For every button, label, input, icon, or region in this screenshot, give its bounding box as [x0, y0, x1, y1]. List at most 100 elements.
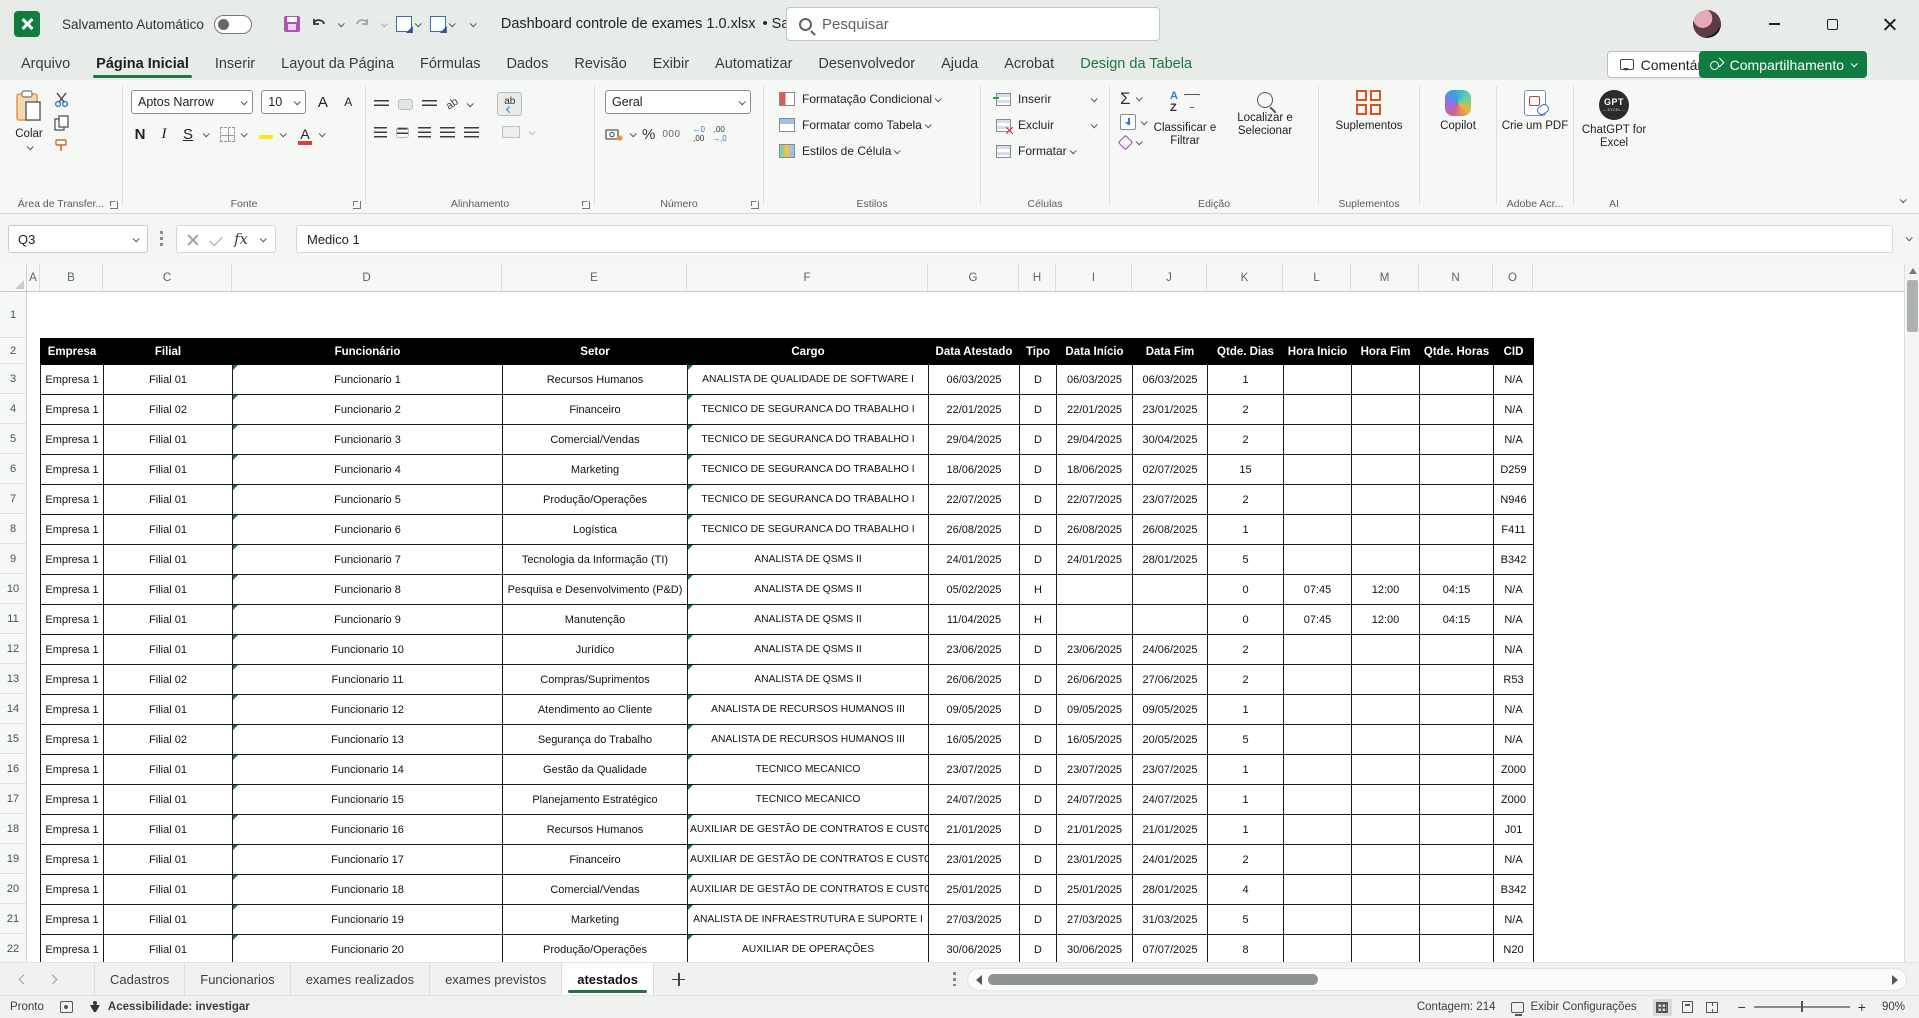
- table-cell[interactable]: [1284, 365, 1352, 395]
- table-cell[interactable]: [1057, 575, 1133, 605]
- table-cell[interactable]: Empresa 1: [41, 845, 104, 875]
- column-title-funcion-rio[interactable]: Funcionário: [233, 339, 503, 365]
- align-top-icon[interactable]: [374, 100, 389, 108]
- table-cell[interactable]: Atendimento ao Cliente: [503, 695, 688, 725]
- scroll-left-icon[interactable]: [976, 975, 982, 985]
- clipboard-launcher-icon[interactable]: [110, 201, 118, 209]
- table-cell[interactable]: TECNICO MECANICO: [688, 785, 929, 815]
- table-cell[interactable]: [1420, 725, 1494, 755]
- table-cell[interactable]: 25/01/2025: [1057, 875, 1133, 905]
- ribbon-tab-exibir[interactable]: Exibir: [640, 50, 702, 80]
- table-cell[interactable]: [1352, 365, 1420, 395]
- bold-button[interactable]: N: [131, 126, 149, 143]
- table-cell[interactable]: Funcionario 1: [233, 365, 503, 395]
- table-cell[interactable]: 8: [1208, 935, 1284, 963]
- table-cell[interactable]: 1: [1208, 695, 1284, 725]
- table-cell[interactable]: D: [1020, 755, 1057, 785]
- table-cell[interactable]: 28/01/2025: [1133, 545, 1208, 575]
- table-cell[interactable]: 09/05/2025: [929, 695, 1020, 725]
- table-cell[interactable]: [1284, 725, 1352, 755]
- table-cell[interactable]: 24/07/2025: [929, 785, 1020, 815]
- addins-button[interactable]: Suplementos: [1319, 80, 1419, 133]
- column-title-empresa[interactable]: Empresa: [41, 339, 104, 365]
- column-header-B[interactable]: B: [40, 264, 103, 291]
- table-cell[interactable]: [1352, 455, 1420, 485]
- table-cell[interactable]: 2: [1208, 395, 1284, 425]
- table-cell[interactable]: Empresa 1: [41, 725, 104, 755]
- table-cell[interactable]: N/A: [1494, 635, 1534, 665]
- table-cell[interactable]: 21/01/2025: [929, 815, 1020, 845]
- ribbon-tab-dados[interactable]: Dados: [493, 50, 561, 80]
- table-cell[interactable]: [1420, 635, 1494, 665]
- table-cell[interactable]: ANALISTA DE QSMS II: [688, 635, 929, 665]
- table-cell[interactable]: Gestão da Qualidade: [503, 755, 688, 785]
- table-cell[interactable]: [1352, 755, 1420, 785]
- column-header-F[interactable]: F: [687, 264, 928, 291]
- table-cell[interactable]: Filial 01: [104, 875, 233, 905]
- table-cell[interactable]: TECNICO MECANICO: [688, 755, 929, 785]
- table-cell[interactable]: 1: [1208, 515, 1284, 545]
- table-cell[interactable]: 06/03/2025: [1133, 365, 1208, 395]
- redo-dropdown-icon[interactable]: [381, 20, 388, 27]
- column-title-hora-fim[interactable]: Hora Fim: [1352, 339, 1420, 365]
- table-cell[interactable]: Filial 01: [104, 605, 233, 635]
- table-cell[interactable]: Funcionario 15: [233, 785, 503, 815]
- vertical-scrollbar[interactable]: [1904, 264, 1919, 962]
- table-cell[interactable]: Empresa 1: [41, 365, 104, 395]
- row-header-15[interactable]: 15: [0, 724, 26, 754]
- table-cell[interactable]: 29/04/2025: [929, 425, 1020, 455]
- table-cell[interactable]: D: [1020, 425, 1057, 455]
- row-header-7[interactable]: 7: [0, 484, 26, 514]
- table-cell[interactable]: N/A: [1494, 725, 1534, 755]
- column-title-cargo[interactable]: Cargo: [688, 339, 929, 365]
- save-icon[interactable]: [284, 16, 300, 32]
- merge-center-icon[interactable]: [502, 126, 520, 138]
- table-cell[interactable]: Filial 02: [104, 665, 233, 695]
- table-cell[interactable]: N/A: [1494, 395, 1534, 425]
- table-cell[interactable]: [1352, 845, 1420, 875]
- row-header-6[interactable]: 6: [0, 454, 26, 484]
- table-cell[interactable]: Funcionario 4: [233, 455, 503, 485]
- cell-styles-button[interactable]: Estilos de Célula: [776, 142, 980, 160]
- ribbon-tab-automatizar[interactable]: Automatizar: [702, 50, 805, 80]
- table-cell[interactable]: [1420, 785, 1494, 815]
- table-cell[interactable]: Funcionario 10: [233, 635, 503, 665]
- insert-function-icon[interactable]: fx: [234, 230, 248, 248]
- column-header-D[interactable]: D: [232, 264, 502, 291]
- table-cell[interactable]: ANALISTA DE QUALIDADE DE SOFTWARE I: [688, 365, 929, 395]
- table-cell[interactable]: [1420, 425, 1494, 455]
- table-cell[interactable]: D: [1020, 665, 1057, 695]
- fill-icon[interactable]: [1120, 114, 1136, 130]
- row-header-22[interactable]: 22: [0, 934, 26, 962]
- table-cell[interactable]: Funcionario 20: [233, 935, 503, 963]
- table-cell[interactable]: Funcionario 11: [233, 665, 503, 695]
- sort-filter-button[interactable]: AZ Classificar e Filtrar: [1146, 80, 1224, 148]
- zoom-out-button[interactable]: −: [1738, 1000, 1746, 1014]
- sheet-tab-exames-realizados[interactable]: exames realizados: [291, 963, 430, 995]
- table-cell[interactable]: Segurança do Trabalho: [503, 725, 688, 755]
- table-cell[interactable]: 07:45: [1284, 605, 1352, 635]
- table-cell[interactable]: Empresa 1: [41, 635, 104, 665]
- underline-dropdown-icon[interactable]: [203, 130, 210, 137]
- table-cell[interactable]: [1352, 515, 1420, 545]
- sheet-tab-atestados[interactable]: atestados: [562, 963, 654, 995]
- table-cell[interactable]: 24/01/2025: [1057, 545, 1133, 575]
- table-cell[interactable]: Funcionario 5: [233, 485, 503, 515]
- table-cell[interactable]: [1284, 905, 1352, 935]
- paste-button[interactable]: Colar: [14, 80, 44, 154]
- table-cell[interactable]: Recursos Humanos: [503, 815, 688, 845]
- table-cell[interactable]: [1284, 515, 1352, 545]
- column-title-qtde-horas[interactable]: Qtde. Horas: [1420, 339, 1494, 365]
- table-cell[interactable]: 5: [1208, 905, 1284, 935]
- table-cell[interactable]: ANALISTA DE QSMS II: [688, 545, 929, 575]
- table-cell[interactable]: 12:00: [1352, 575, 1420, 605]
- autosum-icon[interactable]: Σ: [1120, 90, 1131, 107]
- table-cell[interactable]: 1: [1208, 755, 1284, 785]
- autosave-toggle[interactable]: [214, 15, 252, 34]
- table-cell[interactable]: 23/06/2025: [929, 635, 1020, 665]
- number-format-select[interactable]: Geral: [605, 90, 751, 114]
- align-bottom-icon[interactable]: [422, 100, 437, 108]
- table-cell[interactable]: [1352, 725, 1420, 755]
- prev-sheet-icon[interactable]: [19, 974, 29, 984]
- row-header-19[interactable]: 19: [0, 844, 26, 874]
